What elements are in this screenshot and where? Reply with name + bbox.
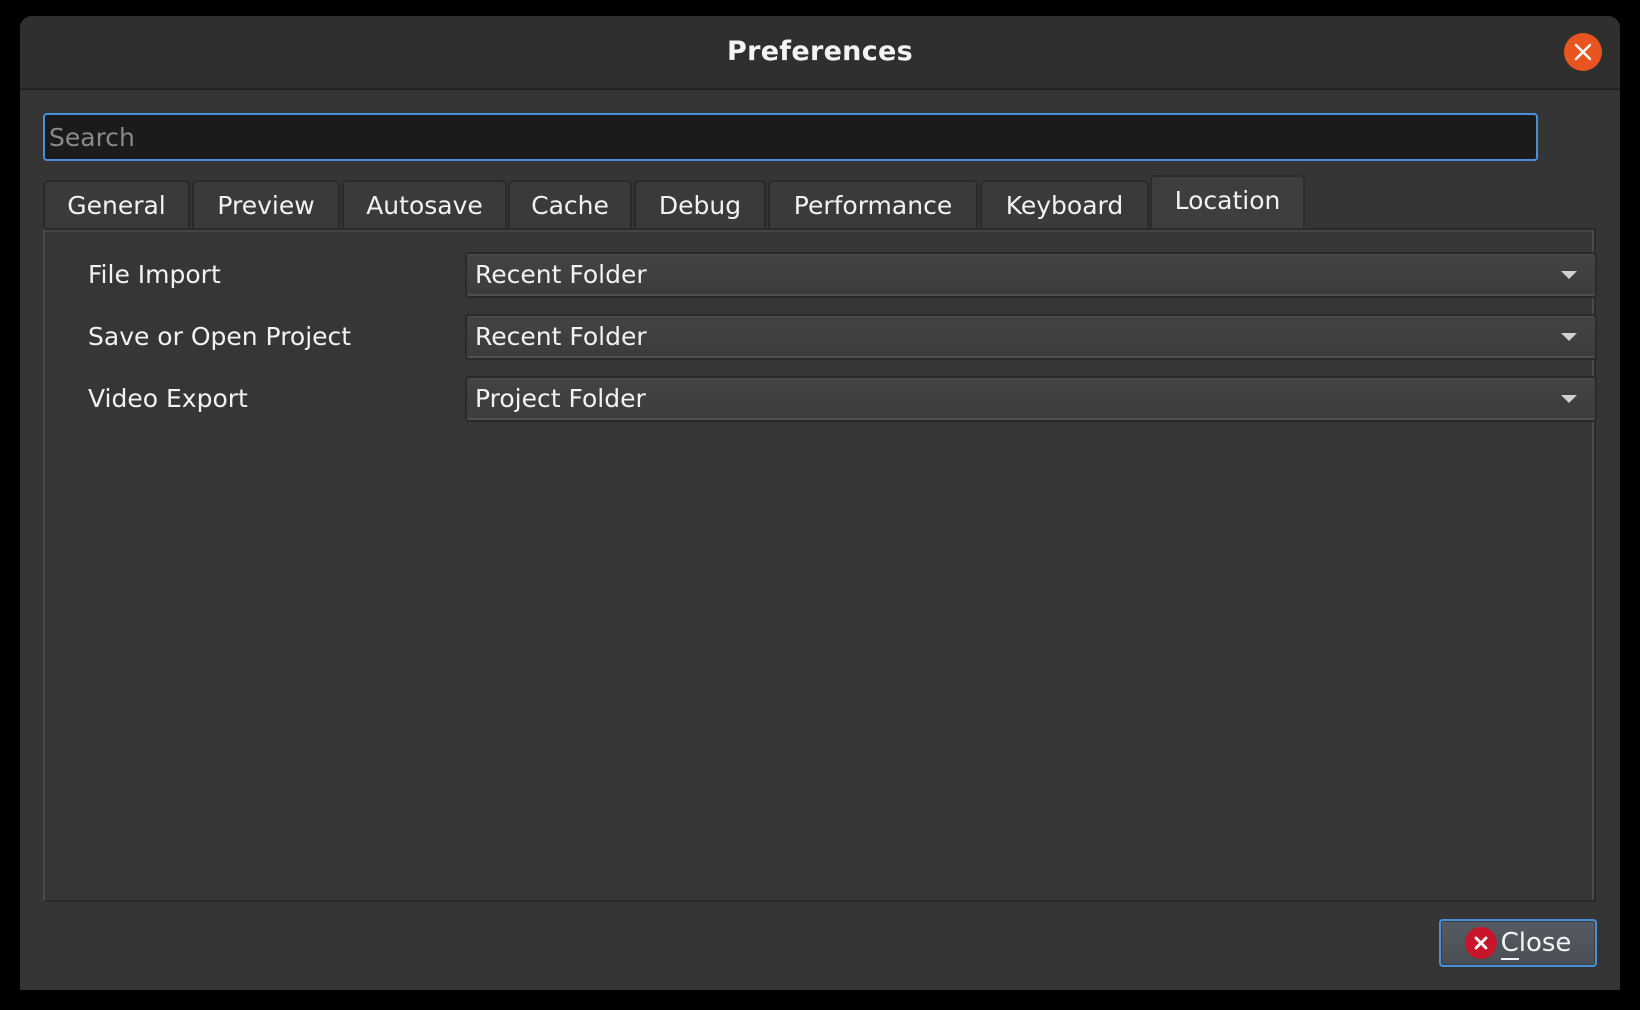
tab-label: Location bbox=[1174, 186, 1281, 215]
tab-label: Performance bbox=[793, 190, 953, 220]
dropdown-value: Recent Folder bbox=[475, 260, 647, 289]
tab-keyboard[interactable]: Keyboard bbox=[980, 180, 1149, 228]
title-bar: Preferences bbox=[20, 16, 1620, 90]
chevron-down-icon bbox=[1561, 333, 1577, 341]
chevron-down-icon bbox=[1561, 271, 1577, 279]
dropdown-value: Recent Folder bbox=[475, 322, 647, 351]
tab-label: Debug bbox=[658, 190, 742, 220]
tab-cache[interactable]: Cache bbox=[508, 180, 632, 228]
tab-label: Autosave bbox=[366, 190, 483, 220]
tab-label: Preview bbox=[217, 190, 315, 220]
tab-general[interactable]: General bbox=[43, 180, 190, 228]
file-import-label: File Import bbox=[88, 260, 221, 289]
window-close-button[interactable] bbox=[1564, 33, 1602, 71]
save-open-project-label: Save or Open Project bbox=[88, 322, 352, 351]
tab-label: Keyboard bbox=[1005, 190, 1124, 220]
close-circle-icon bbox=[1464, 927, 1497, 959]
preferences-dialog: Preferences General Preview Autosave Cac… bbox=[20, 16, 1620, 990]
save-open-project-dropdown[interactable]: Recent Folder bbox=[465, 314, 1597, 360]
close-button-label: Close bbox=[1500, 928, 1572, 960]
tab-label: General bbox=[67, 190, 166, 220]
close-button[interactable]: Close bbox=[1439, 919, 1597, 967]
label-rest: lose bbox=[1518, 928, 1572, 958]
close-icon bbox=[1574, 43, 1592, 61]
dialog-title: Preferences bbox=[726, 36, 913, 67]
tab-performance[interactable]: Performance bbox=[768, 180, 978, 228]
dropdown-value: Project Folder bbox=[475, 384, 646, 413]
tab-preview[interactable]: Preview bbox=[192, 180, 340, 228]
video-export-dropdown[interactable]: Project Folder bbox=[465, 376, 1597, 422]
tab-label: Cache bbox=[531, 190, 609, 220]
tab-autosave[interactable]: Autosave bbox=[342, 180, 507, 228]
location-settings-panel: File Import Recent Folder Save or Open P… bbox=[43, 228, 1597, 902]
tab-debug[interactable]: Debug bbox=[634, 180, 766, 228]
tab-location[interactable]: Location bbox=[1150, 175, 1305, 230]
video-export-label: Video Export bbox=[88, 384, 248, 413]
search-input[interactable] bbox=[43, 113, 1538, 161]
chevron-down-icon bbox=[1561, 395, 1577, 403]
mnemonic-letter: C bbox=[1500, 928, 1519, 960]
file-import-dropdown[interactable]: Recent Folder bbox=[465, 252, 1597, 298]
